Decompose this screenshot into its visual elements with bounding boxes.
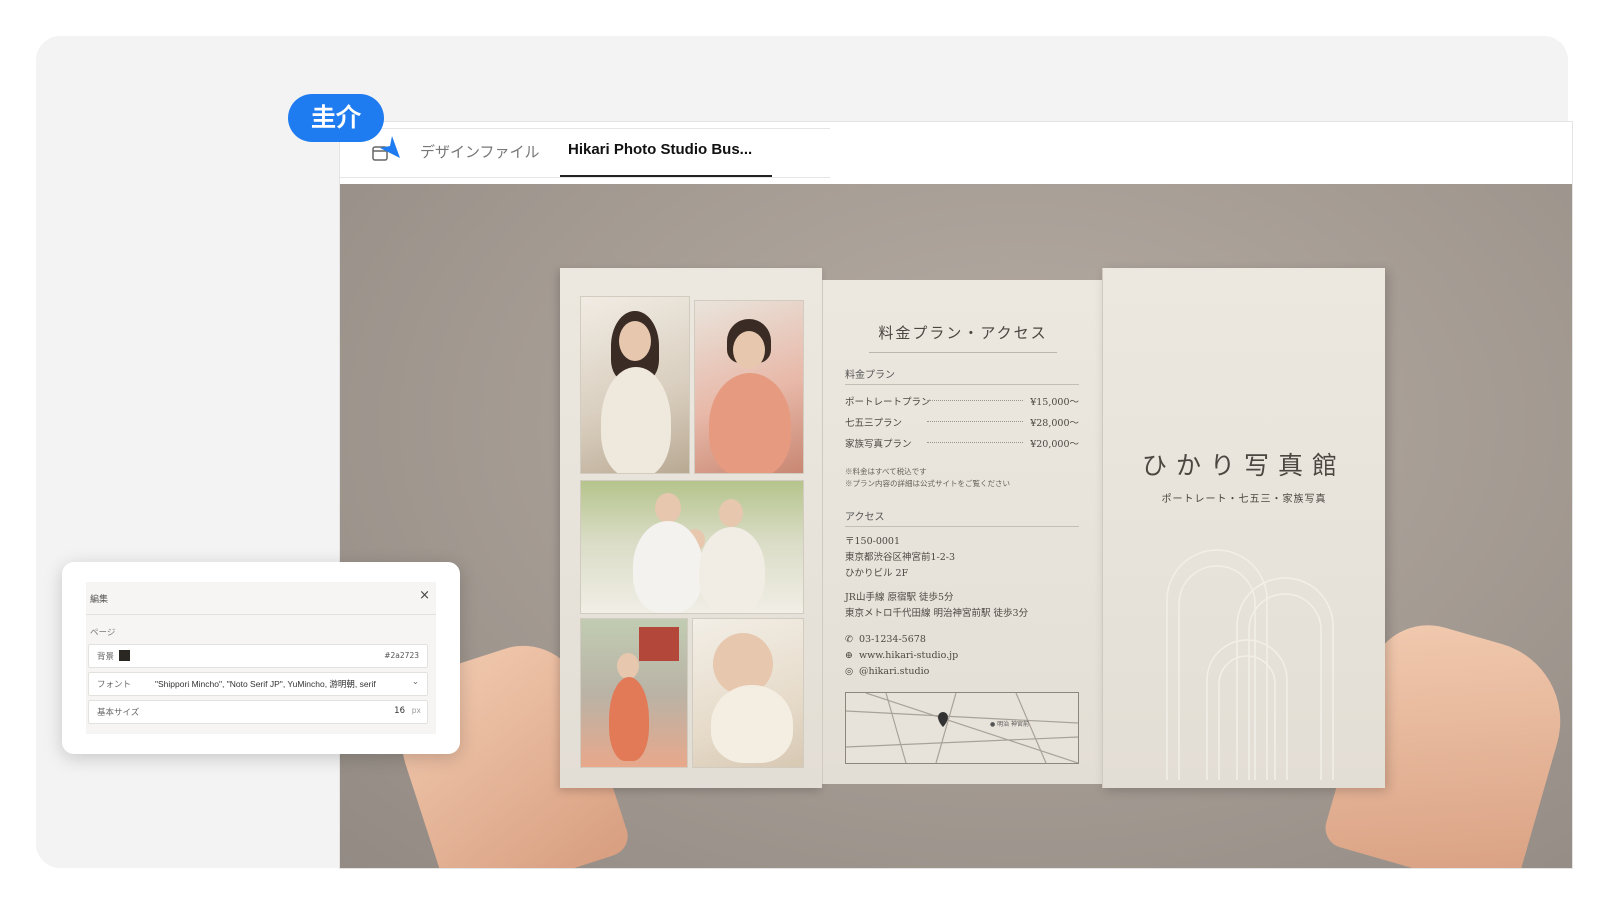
color-swatch[interactable] xyxy=(119,650,130,661)
station-block: JR山手線 原宿駅 徒歩5分 東京メトロ千代田線 明治神宮前駅 徒歩3分 xyxy=(845,592,1029,619)
plans-heading: 料金プラン xyxy=(845,370,895,381)
photo-girl-kimono xyxy=(694,300,804,474)
phone-line: ✆ 03-1234-5678 xyxy=(845,634,926,645)
chevron-down-icon[interactable]: ⌄ xyxy=(412,677,419,687)
brochure-photo-panel xyxy=(560,268,822,788)
base-size-value[interactable]: 16 xyxy=(394,706,405,716)
brochure[interactable]: 料金プラン・アクセス 料金プラン ポートレートプラン ¥15,000〜 七五三プ… xyxy=(560,268,1406,788)
access-heading: アクセス xyxy=(845,512,885,523)
tab-hikari-brochure[interactable]: Hikari Photo Studio Bus... xyxy=(568,141,752,158)
tab-design-files[interactable]: デザインファイル xyxy=(420,141,540,162)
globe-icon: ⊕ xyxy=(845,650,853,661)
studio-name: ひかり写真館 xyxy=(1141,451,1346,480)
phone-icon: ✆ xyxy=(845,634,853,645)
active-tab-indicator xyxy=(560,175,772,177)
tab-bar: デザインファイル Hikari Photo Studio Bus... xyxy=(340,128,830,178)
access-map: ● 明治 神宮前 xyxy=(845,692,1079,764)
plan-note: ※料金はすべて税込です xyxy=(845,467,927,476)
edit-panel-title: 編集 xyxy=(90,595,109,605)
page-section-label: ページ xyxy=(90,628,116,638)
edit-panel-header: 編集 × xyxy=(86,582,436,615)
divider xyxy=(845,526,1079,527)
divider xyxy=(845,384,1079,385)
instagram-icon: ◎ xyxy=(845,666,854,677)
brochure-cover-panel: ひかり写真館 ポートレート・七五三・家族写真 xyxy=(1102,268,1385,788)
map-station-label: ● 明治 神宮前 xyxy=(990,721,1030,728)
plan-note: ※プラン内容の詳細は公式サイトをご覧ください xyxy=(845,479,1010,488)
photo-boy-shrine xyxy=(580,618,688,768)
collaborator-badge: 圭介 xyxy=(288,94,384,142)
background-color-field[interactable]: 背景 #2a2723 xyxy=(88,644,428,668)
instagram-line: ◎ @hikari.studio xyxy=(845,666,930,677)
unit-label: px xyxy=(411,706,421,715)
font-value: "Shippori Mincho", "Noto Serif JP", YuMi… xyxy=(155,679,376,689)
base-size-field[interactable]: 基本サイズ 16 px xyxy=(88,700,428,724)
background-hex-value: #2a2723 xyxy=(384,651,419,660)
edit-panel: 編集 × ページ 背景 #2a2723 フォント "Shippori Minch… xyxy=(62,562,460,754)
editor-window: デザインファイル Hikari Photo Studio Bus... 料金プラ… xyxy=(340,122,1572,868)
divider xyxy=(869,352,1057,353)
arch-graphic xyxy=(1166,549,1334,780)
close-icon[interactable]: × xyxy=(419,588,430,603)
pricing-access-title: 料金プラン・アクセス xyxy=(878,324,1048,342)
cursor-pointer-icon xyxy=(380,136,400,158)
brochure-pricing-panel: 料金プラン・アクセス 料金プラン ポートレートプラン ¥15,000〜 七五三プ… xyxy=(822,280,1103,784)
studio-tagline: ポートレート・七五三・家族写真 xyxy=(1161,494,1327,505)
photo-woman-portrait xyxy=(580,296,690,474)
website-line: ⊕ www.hikari-studio.jp xyxy=(845,650,959,661)
design-canvas[interactable]: 料金プラン・アクセス 料金プラン ポートレートプラン ¥15,000〜 七五三プ… xyxy=(340,184,1572,868)
font-select[interactable]: フォント "Shippori Mincho", "Noto Serif JP",… xyxy=(88,672,428,696)
photo-family xyxy=(580,480,804,614)
address-block: 〒150-0001 東京都渋谷区神宮前1-2-3 ひかりビル 2F xyxy=(845,536,956,579)
photo-baby xyxy=(692,618,804,768)
